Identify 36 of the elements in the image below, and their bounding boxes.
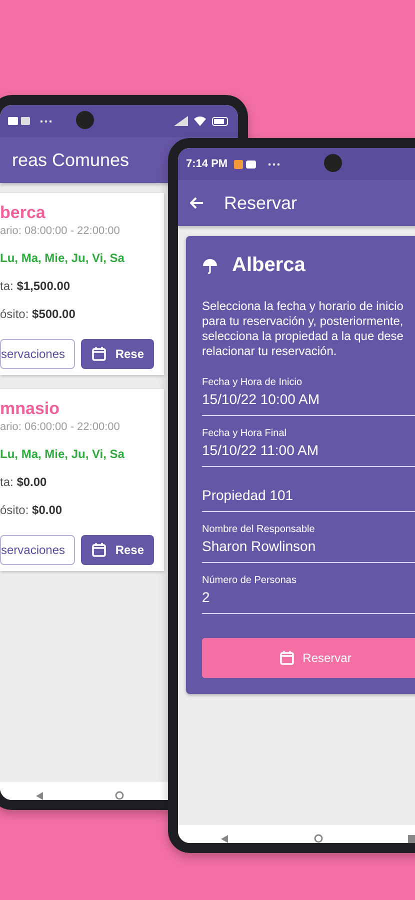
days-text: Lu, Ma, Mie, Ju, Vi, Sa xyxy=(0,251,126,265)
description-text: selecciona la propiedad a la que dese xyxy=(202,329,404,344)
field-value: Sharon Rowlinson xyxy=(202,538,317,554)
form-field[interactable]: Fecha y Hora Final 15/10/22 11:00 AM xyxy=(202,416,415,467)
field-value: Propiedad 101 xyxy=(202,487,294,503)
description-text: relacionar tu reservación. xyxy=(202,344,338,359)
area-name: berca xyxy=(0,203,46,223)
fee-text: ta: $0.00 xyxy=(0,474,48,491)
field-label: Fecha y Hora Final xyxy=(202,428,288,439)
screen-title: reas Comunes xyxy=(12,150,130,170)
status-time: 7:14 PM xyxy=(186,158,228,170)
reserve-button[interactable]: Rese xyxy=(81,339,154,369)
schedule-text: ario: 08:00:00 - 22:00:00 xyxy=(0,225,121,237)
area-title: Alberca xyxy=(232,254,306,277)
reservations-button[interactable]: servaciones xyxy=(0,535,76,565)
field-label: Fecha y Hora de Inicio xyxy=(202,377,304,388)
area-name: mnasio xyxy=(0,399,61,419)
field-value: 15/10/22 10:00 AM xyxy=(202,391,321,407)
reservations-button[interactable]: servaciones xyxy=(0,339,76,369)
form-field[interactable]: Fecha y Hora de Inicio 15/10/22 10:00 AM xyxy=(202,365,415,416)
description-text: para tu reservación y, posteriormente, xyxy=(202,314,404,329)
form-field[interactable]: Nombre del Responsable Sharon Rowlinson xyxy=(202,512,415,563)
field-label: Número de Personas xyxy=(202,575,298,586)
days-text: Lu, Ma, Mie, Ju, Vi, Sa xyxy=(0,447,126,461)
screen-title: Reservar xyxy=(224,192,298,214)
reserve-button[interactable]: Rese xyxy=(81,535,154,565)
field-label: Nombre del Responsable xyxy=(202,524,316,535)
deposit-text: ósito: $0.00 xyxy=(0,502,64,519)
deposit-text: ósito: $500.00 xyxy=(0,306,76,323)
field-value: 15/10/22 11:00 AM xyxy=(202,442,320,458)
fee-text: ta: $1,500.00 xyxy=(0,278,72,295)
field-value: 2 xyxy=(202,589,211,605)
form-field[interactable]: Número de Personas 2 xyxy=(202,563,415,614)
schedule-text: ario: 06:00:00 - 22:00:00 xyxy=(0,421,121,433)
description-text: Selecciona la fecha y horario de inicio xyxy=(202,299,404,314)
form-field[interactable]: Propiedad 101 xyxy=(202,467,415,512)
